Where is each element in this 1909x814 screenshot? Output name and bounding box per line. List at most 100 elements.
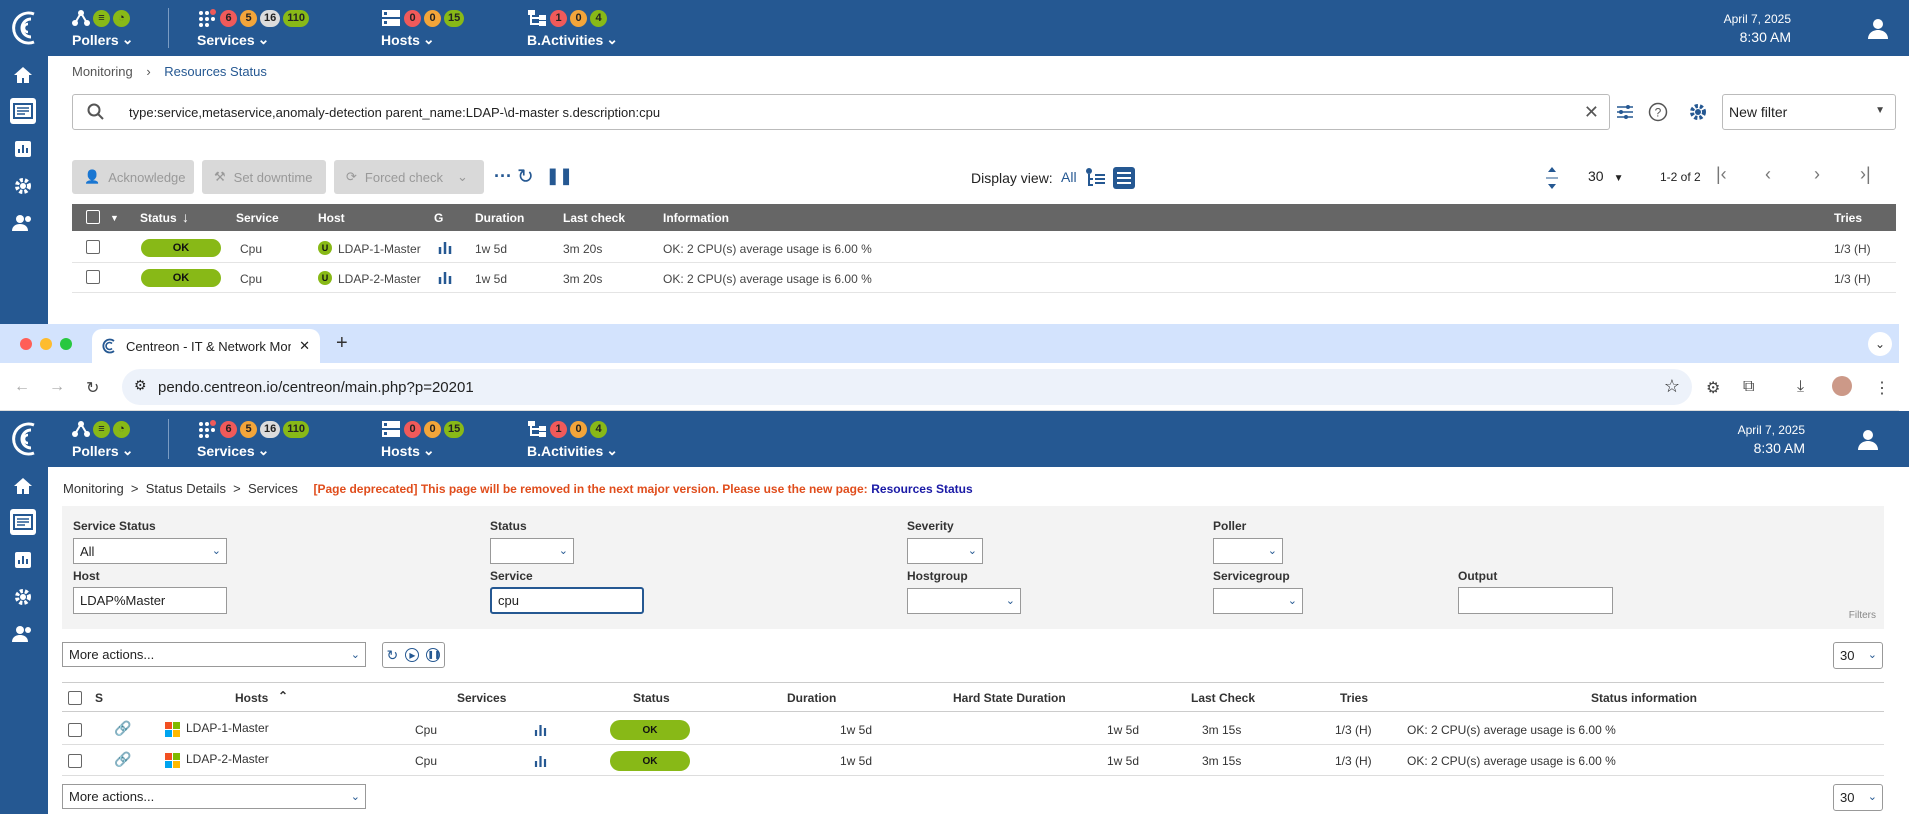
column-last-check[interactable]: Last check xyxy=(563,211,625,225)
row-checkbox[interactable] xyxy=(68,723,82,737)
filter-gear-icon[interactable] xyxy=(1688,102,1708,122)
ba-critical-count[interactable]: 1 xyxy=(550,420,567,438)
home-icon[interactable] xyxy=(10,62,36,88)
previous-page-icon[interactable]: ‹ xyxy=(1765,164,1771,185)
profile-avatar[interactable] xyxy=(1832,376,1852,396)
configuration-gear-icon[interactable] xyxy=(10,584,36,610)
graph-icon[interactable] xyxy=(534,724,547,737)
service-status-select[interactable]: All ⌄ xyxy=(73,538,227,564)
tree-view-icon[interactable] xyxy=(1085,167,1107,189)
more-actions-select[interactable]: More actions... ⌄ xyxy=(62,642,366,667)
poller-select[interactable]: ⌄ xyxy=(1213,538,1283,564)
host-name[interactable]: LDAP-2-Master xyxy=(338,272,421,286)
database-status-icon[interactable]: ≡ xyxy=(93,9,110,27)
column-duration[interactable]: Duration xyxy=(475,211,524,225)
column-service[interactable]: Service xyxy=(236,211,279,225)
user-menu-button[interactable] xyxy=(1837,411,1899,467)
home-icon[interactable] xyxy=(10,473,36,499)
row-checkbox[interactable] xyxy=(86,270,100,284)
address-bar[interactable]: ⚙ pendo.centreon.io/centreon/main.php?p=… xyxy=(122,369,1692,405)
extensions-puzzle-icon[interactable]: ⧉ xyxy=(1743,378,1754,396)
legacy-breadcrumb[interactable]: Monitoring > Status Details > Services xyxy=(63,481,298,496)
hosts-down-count[interactable]: 0 xyxy=(404,9,421,27)
column-services[interactable]: Services xyxy=(457,691,506,705)
maximize-window-dot[interactable] xyxy=(60,338,72,350)
host-name[interactable]: LDAP-1-Master xyxy=(338,242,421,256)
browser-tab[interactable]: Centreon - IT & Network Mon ✕ xyxy=(92,329,320,363)
forced-check-button[interactable]: ⟳ Forced check ⌄ xyxy=(334,160,484,194)
administration-users-icon[interactable] xyxy=(10,621,36,647)
acknowledge-button[interactable]: 👤 Acknowledge xyxy=(72,160,194,194)
column-tries[interactable]: Tries xyxy=(1834,211,1862,225)
status-select[interactable]: ⌄ xyxy=(490,538,574,564)
column-hard-state-duration[interactable]: Hard State Duration xyxy=(953,691,1066,705)
hosts-menu[interactable]: 0 0 15 Hosts ⌄ xyxy=(381,419,465,459)
graph-icon[interactable] xyxy=(438,241,452,255)
column-status[interactable]: Status xyxy=(140,211,177,225)
link-icon[interactable]: 🔗 xyxy=(114,751,131,768)
bactivities-menu[interactable]: 1 0 4 B.Activities ⌄ xyxy=(527,8,618,48)
reporting-icon[interactable] xyxy=(10,547,36,573)
table-row[interactable]: 🔗 LDAP-2-Master Cpu OK 1w 5d 1w 5d 3m 15… xyxy=(62,745,1884,776)
pause-icon[interactable]: ❚❚ xyxy=(546,166,573,186)
select-all-checkbox[interactable] xyxy=(68,691,82,705)
services-warning-count[interactable]: 5 xyxy=(240,9,257,27)
pause-icon[interactable]: ❚❚ xyxy=(426,648,441,662)
close-tab-icon[interactable]: ✕ xyxy=(299,338,310,354)
reload-icon[interactable]: ↻ xyxy=(86,378,99,398)
more-actions-icon[interactable]: ··· xyxy=(494,166,512,187)
graph-icon[interactable] xyxy=(438,271,452,285)
hosts-up-count[interactable]: 15 xyxy=(444,9,465,27)
services-menu[interactable]: 6 5 16 110 Services ⌄ xyxy=(197,8,309,48)
sort-down-icon[interactable]: ↓ xyxy=(182,209,189,225)
centreon-logo[interactable] xyxy=(8,8,42,48)
services-ok-count[interactable]: 110 xyxy=(283,420,309,438)
ba-warning-count[interactable]: 0 xyxy=(570,9,587,27)
first-page-icon[interactable]: |‹ xyxy=(1716,164,1727,185)
refresh-icon[interactable]: ↻ xyxy=(517,164,534,189)
column-information[interactable]: Information xyxy=(663,211,729,225)
servicegroup-select[interactable]: ⌄ xyxy=(1213,588,1303,614)
link-icon[interactable]: 🔗 xyxy=(114,720,131,737)
service-name[interactable]: Cpu xyxy=(240,242,262,256)
select-all-checkbox[interactable] xyxy=(86,210,100,224)
hosts-menu[interactable]: 0 0 15 Hosts ⌄ xyxy=(381,8,465,48)
graph-icon[interactable] xyxy=(534,755,547,768)
breadcrumb-monitoring[interactable]: Monitoring xyxy=(72,64,133,79)
rows-per-page-select[interactable]: 30 ▼ xyxy=(1588,168,1623,184)
extension-gear-icon[interactable]: ⚙ xyxy=(1706,378,1720,398)
ba-warning-count[interactable]: 0 xyxy=(570,420,587,438)
help-icon[interactable]: ? xyxy=(1648,102,1668,122)
column-status[interactable]: Status xyxy=(633,691,670,705)
table-row[interactable]: 🔗 LDAP-1-Master Cpu OK 1w 5d 1w 5d 3m 15… xyxy=(62,714,1884,745)
column-hosts[interactable]: Hosts xyxy=(235,691,268,705)
bactivities-menu[interactable]: 1 0 4 B.Activities ⌄ xyxy=(527,419,618,459)
search-input[interactable]: type:service,metaservice,anomaly-detecti… xyxy=(129,105,1584,120)
host-filter-input[interactable]: LDAP%Master xyxy=(73,587,227,614)
ba-ok-count[interactable]: 4 xyxy=(590,9,607,27)
host-name[interactable]: LDAP-2-Master xyxy=(186,752,269,766)
service-name[interactable]: Cpu xyxy=(415,754,437,768)
severity-select[interactable]: ⌄ xyxy=(907,538,983,564)
ba-ok-count[interactable]: 4 xyxy=(590,420,607,438)
column-tries[interactable]: Tries xyxy=(1340,691,1368,705)
service-filter-input[interactable]: cpu xyxy=(490,587,644,614)
minimize-window-dot[interactable] xyxy=(40,338,52,350)
display-view-all[interactable]: All xyxy=(1061,169,1077,185)
services-unknown-count[interactable]: 16 xyxy=(260,9,281,27)
hosts-unreachable-count[interactable]: 0 xyxy=(424,9,441,27)
bookmark-star-icon[interactable]: ☆ xyxy=(1664,376,1680,397)
services-critical-count[interactable]: 6 xyxy=(220,9,237,27)
configuration-gear-icon[interactable] xyxy=(10,173,36,199)
legacy-page-size-select-bottom[interactable]: 30 ⌄ xyxy=(1833,784,1883,811)
filter-select[interactable]: New filter ▼ xyxy=(1722,94,1896,130)
play-icon[interactable]: ▸ xyxy=(405,648,420,662)
chevron-down-icon[interactable]: ⌄ xyxy=(457,169,468,185)
services-unknown-count[interactable]: 16 xyxy=(260,420,281,438)
row-height-icon[interactable] xyxy=(1544,166,1560,190)
close-window-dot[interactable] xyxy=(20,338,32,350)
resources-status-link[interactable]: Resources Status xyxy=(871,482,972,496)
output-filter-input[interactable] xyxy=(1458,587,1613,614)
monitoring-icon[interactable] xyxy=(10,98,36,124)
centreon-logo[interactable] xyxy=(8,419,42,459)
